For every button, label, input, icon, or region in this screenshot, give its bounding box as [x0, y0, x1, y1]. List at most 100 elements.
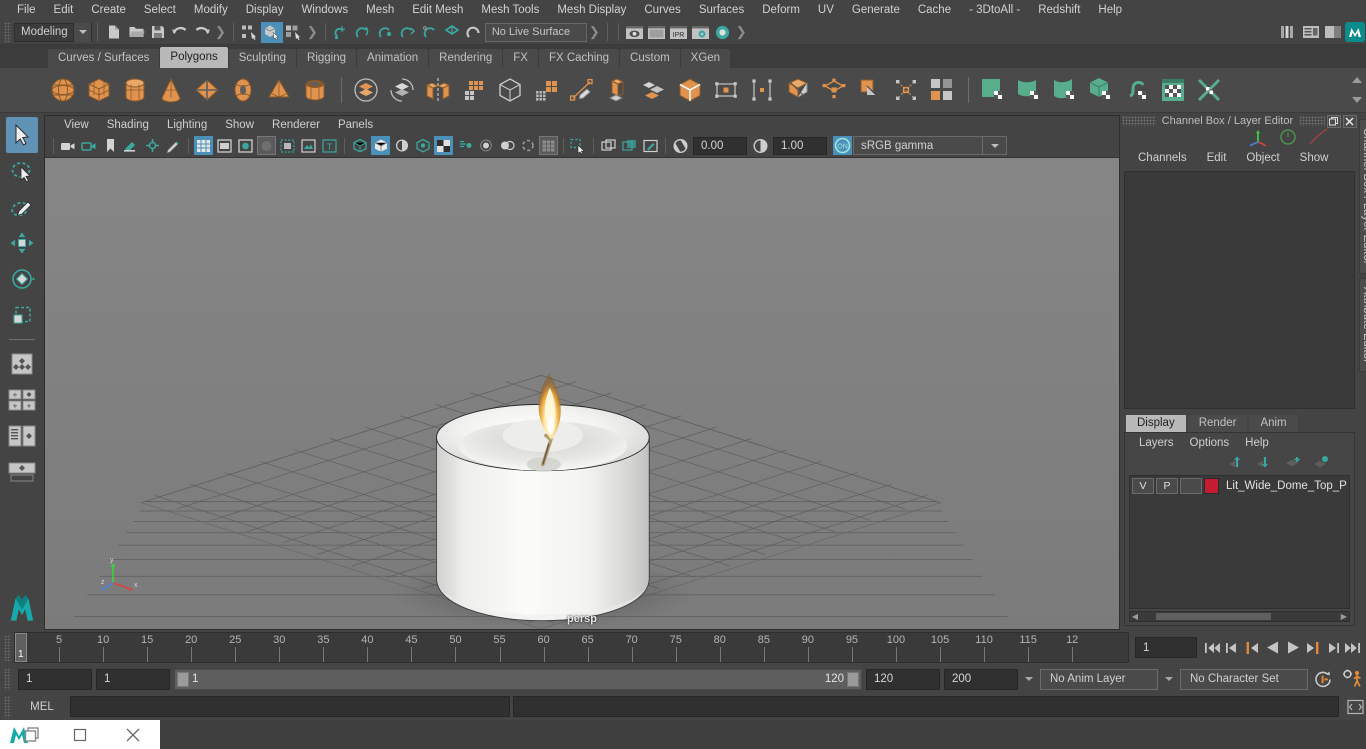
color-management-dropdown-icon[interactable]: [983, 136, 1007, 155]
shelf-tab-curves-surfaces[interactable]: Curves / Surfaces: [48, 49, 160, 68]
shelf-tab-animation[interactable]: Animation: [357, 49, 429, 68]
make-live-icon[interactable]: [441, 22, 463, 43]
snap-to-projected-center-icon[interactable]: [397, 22, 419, 43]
toolbar-collapse-handle-2[interactable]: ❯: [307, 24, 318, 40]
viewport-menu-renderer[interactable]: Renderer: [263, 116, 329, 134]
undock-panel-icon[interactable]: [1326, 114, 1341, 128]
current-frame-field[interactable]: 1: [1135, 637, 1197, 658]
menu-item-uv[interactable]: UV: [809, 0, 843, 20]
persp-outliner-layout-icon[interactable]: [6, 454, 38, 490]
panel-grip-right[interactable]: [1298, 116, 1325, 126]
select-camera-icon[interactable]: [59, 136, 78, 155]
poly-torus-icon[interactable]: [226, 73, 260, 107]
poly-pyramid-icon[interactable]: [262, 73, 296, 107]
target-weld-icon[interactable]: [853, 73, 887, 107]
time-slider[interactable]: 1 5 10 15 20 25 30 35 40 45 50 55 60 65 70 75 80 85 90 95 1…: [14, 632, 1129, 663]
exposure-icon[interactable]: [671, 136, 690, 155]
animation-start-field[interactable]: 1: [18, 668, 92, 690]
ipr-render-icon[interactable]: IPR: [668, 22, 690, 43]
connect-icon[interactable]: [781, 73, 815, 107]
camera-attributes-icon[interactable]: [80, 136, 99, 155]
smooth-icon[interactable]: [457, 73, 491, 107]
viewport-menu-view[interactable]: View: [55, 116, 98, 134]
anti-aliasing-icon[interactable]: [413, 136, 432, 155]
uv-spherical-map-icon[interactable]: [1048, 73, 1082, 107]
script-editor-icon[interactable]: [1344, 696, 1366, 717]
mirror-icon[interactable]: [421, 73, 455, 107]
extrude-icon[interactable]: [601, 73, 635, 107]
shadows-icon[interactable]: [371, 136, 390, 155]
smooth-shade-all-icon[interactable]: [215, 136, 234, 155]
uv-cylindrical-map-icon[interactable]: [1012, 73, 1046, 107]
time-slider-grip[interactable]: [4, 634, 11, 661]
uv-planar-map-icon[interactable]: [976, 73, 1010, 107]
paint-select-tool-icon[interactable]: [6, 189, 38, 225]
uv-cut-icon[interactable]: [1192, 73, 1226, 107]
viewport-grid-toggle-icon[interactable]: [539, 136, 558, 155]
shelf-tab-rigging[interactable]: Rigging: [297, 49, 357, 68]
color-management-toggle-icon[interactable]: ON: [833, 136, 852, 155]
gate-mask-icon[interactable]: [518, 136, 537, 155]
layer-name[interactable]: Lit_Wide_Dome_Top_P: [1221, 480, 1347, 492]
viewport-menu-lighting[interactable]: Lighting: [158, 116, 216, 134]
menu-item-surfaces[interactable]: Surfaces: [690, 0, 753, 20]
live-surface-field[interactable]: No Live Surface: [484, 22, 587, 42]
display-layer-b-icon[interactable]: [620, 136, 639, 155]
range-slider-grip[interactable]: [4, 668, 11, 690]
shelf-tab-custom[interactable]: Custom: [620, 49, 680, 68]
screen-space-ao-icon[interactable]: [434, 136, 453, 155]
display-layer-a-icon[interactable]: [599, 136, 618, 155]
gesture-stroke-icon[interactable]: [1307, 127, 1329, 149]
animation-preferences-icon[interactable]: [1340, 669, 1366, 690]
3d-viewport[interactable]: y x z persp: [45, 158, 1119, 629]
layer-menu-layers[interactable]: Layers: [1131, 437, 1182, 449]
rotate-tool-icon[interactable]: [6, 261, 38, 297]
gamma-value-field[interactable]: 1.00: [773, 136, 827, 155]
toolbar-collapse-handle-3[interactable]: ❯: [589, 24, 600, 40]
layer-menu-help[interactable]: Help: [1237, 437, 1277, 449]
single-perspective-layout-icon[interactable]: + + +: [6, 382, 38, 418]
shelf-tab-polygons[interactable]: Polygons: [160, 47, 228, 68]
bookmark-icon[interactable]: [101, 136, 120, 155]
render-sequence-icon[interactable]: [646, 22, 668, 43]
snap-to-curve-icon[interactable]: [353, 22, 375, 43]
show-attribute-editor-icon[interactable]: [1300, 22, 1322, 43]
depth-of-field-icon[interactable]: [497, 136, 516, 155]
menu-item-mesh-tools[interactable]: Mesh Tools: [472, 0, 548, 20]
auto-keyframe-icon[interactable]: [1312, 669, 1336, 690]
last-tool-icon[interactable]: [6, 346, 38, 382]
gamma-icon[interactable]: [751, 136, 770, 155]
select-by-hierarchy-icon[interactable]: [239, 22, 261, 43]
menu-item-modify[interactable]: Modify: [185, 0, 237, 20]
range-start-handle[interactable]: [177, 671, 189, 687]
poly-plane-icon[interactable]: [190, 73, 224, 107]
layer-list-horizontal-scrollbar[interactable]: ◀ ▶: [1129, 611, 1350, 622]
uv-unfold-icon[interactable]: [1120, 73, 1154, 107]
ambient-occlusion-icon[interactable]: [392, 136, 411, 155]
shelf-tab-fx[interactable]: FX: [503, 49, 538, 68]
motion-blur-icon[interactable]: [455, 136, 474, 155]
menu-item-file[interactable]: File: [8, 0, 45, 20]
select-by-component-type-icon[interactable]: [283, 22, 305, 43]
layer-tab-render[interactable]: Render: [1187, 415, 1248, 432]
shelf-tab-xgen[interactable]: XGen: [680, 49, 731, 68]
menu-item-mesh-display[interactable]: Mesh Display: [548, 0, 635, 20]
menu-item-deform[interactable]: Deform: [753, 0, 809, 20]
boolean-icon[interactable]: [493, 73, 527, 107]
menu-item-edit-mesh[interactable]: Edit Mesh: [403, 0, 472, 20]
exposure-value-field[interactable]: 0.00: [693, 136, 747, 155]
light-halo-icon[interactable]: [476, 136, 495, 155]
quad-draw-icon[interactable]: [889, 73, 923, 107]
menu-item-windows[interactable]: Windows: [292, 0, 357, 20]
layer-tab-display[interactable]: Display: [1126, 415, 1186, 432]
poly-pipe-icon[interactable]: [298, 73, 332, 107]
poly-cube-icon[interactable]: [82, 73, 116, 107]
hypershade-icon[interactable]: [712, 22, 734, 43]
use-all-lights-icon[interactable]: [299, 136, 318, 155]
combine-icon[interactable]: [349, 73, 383, 107]
menu-item-help[interactable]: Help: [1089, 0, 1131, 20]
texture-toggle-icon[interactable]: T: [320, 136, 339, 155]
step-forward-frame-icon[interactable]: [1303, 637, 1322, 658]
color-management-field[interactable]: sRGB gamma: [853, 136, 983, 155]
close-icon[interactable]: [107, 720, 160, 749]
